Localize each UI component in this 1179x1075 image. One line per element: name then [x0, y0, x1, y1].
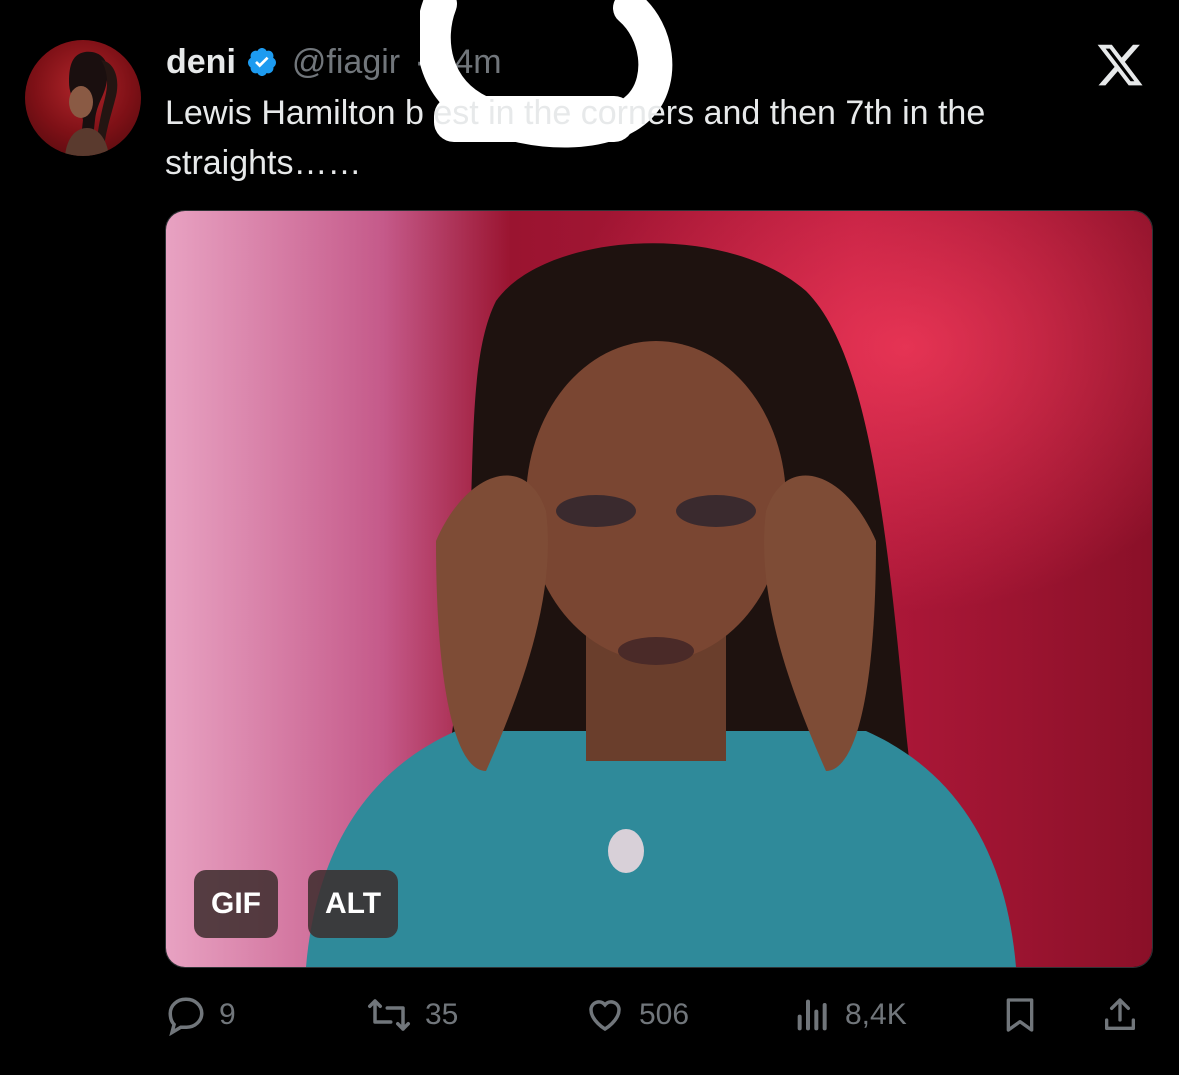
repost-icon	[368, 999, 410, 1031]
views-icon	[797, 999, 827, 1031]
bookmark-icon	[1006, 998, 1034, 1032]
share-icon	[1105, 998, 1135, 1030]
post-header: deni @fiagir · 44m	[166, 38, 502, 86]
repost-button[interactable]: 35	[365, 985, 458, 1045]
like-button[interactable]: 506	[583, 985, 689, 1045]
author-handle[interactable]: @fiagir	[292, 43, 400, 82]
bookmark-button[interactable]	[1000, 985, 1040, 1045]
avatar-image	[65, 51, 118, 156]
share-button[interactable]	[1100, 985, 1140, 1045]
display-name[interactable]: deni	[166, 43, 236, 82]
gif-badge: GIF	[194, 870, 278, 938]
heart-icon	[589, 1000, 621, 1032]
verified-badge-icon	[247, 48, 276, 76]
repost-count: 35	[425, 998, 459, 1031]
reply-button[interactable]: 9	[165, 985, 236, 1045]
x-logo-icon	[1097, 44, 1143, 86]
post-actions: 9 35 506 8,4K	[165, 985, 1150, 1045]
post-text: Lewis Hamilton b est in the corners and …	[165, 94, 986, 182]
reply-icon	[168, 997, 204, 1036]
header-separator: ·	[414, 42, 426, 81]
gif-image	[166, 211, 1152, 967]
alt-text-button[interactable]: ALT	[308, 870, 398, 938]
reply-count: 9	[219, 998, 236, 1031]
like-count: 506	[639, 998, 690, 1031]
view-count: 8,4K	[845, 998, 907, 1031]
author-avatar[interactable]	[25, 40, 141, 156]
views-button[interactable]: 8,4K	[793, 985, 907, 1045]
post-media-gif[interactable]	[165, 210, 1153, 968]
post-timestamp[interactable]: 44m	[435, 43, 501, 82]
